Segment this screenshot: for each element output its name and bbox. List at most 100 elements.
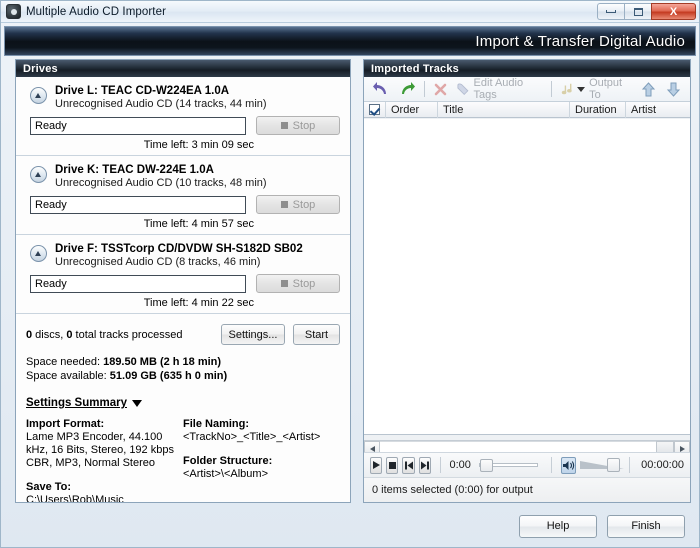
chevron-down-icon [577,86,586,92]
edit-audio-tags-button[interactable]: Edit Audio Tags [452,77,547,101]
folder-structure-value: <Artist>\<Album> [183,468,268,480]
imported-tracks-panel: Imported Tracks Edit Audio Tags Output T… [363,59,691,503]
settings-summary-content: Import Format: Lame MP3 Encoder, 44.100 … [26,418,340,502]
settings-summary-toggle[interactable]: Settings Summary [26,397,142,409]
previous-icon [404,461,413,469]
stop-button[interactable]: Stop [256,274,340,293]
close-button[interactable]: X [651,3,696,20]
settings-summary-label: Settings Summary [26,397,127,409]
play-icon [372,461,380,469]
minimize-button[interactable] [597,3,624,20]
drive-time-left: Time left: 4 min 57 sec [143,218,254,230]
drive-status-line: Ready Stop [26,195,340,214]
drives-panel-header: Drives [16,60,350,77]
stop-button-label: Stop [292,277,316,290]
previous-track-button[interactable] [402,456,415,474]
drive-time-left: Time left: 3 min 09 sec [143,139,254,151]
drive-status-line: Ready Stop [26,116,340,135]
eject-icon[interactable] [30,87,47,104]
stop-button[interactable]: Stop [256,195,340,214]
drive-row: Drive F: TSSTcorp CD/DVDW SH-S182D SB02 … [16,235,350,314]
redo-button[interactable] [394,79,420,100]
header-banner: Import & Transfer Digital Audio [4,26,696,56]
start-button[interactable]: Start [293,324,340,345]
summary-column-right: File Naming: <TrackNo>_<Title>_<Artist> … [183,418,340,502]
title-bar: Multiple Audio CD Importer X [1,1,699,23]
stop-icon [280,201,288,208]
stop-button[interactable]: Stop [256,116,340,135]
processed-line: 0 discs, 0 total tracks processed Settin… [26,324,340,345]
drive-header: Drive L: TEAC CD-W224EA 1.0A Unrecognise… [26,85,340,110]
stop-icon [280,122,288,129]
seek-thumb[interactable] [479,459,493,472]
undo-icon [373,82,386,94]
delete-icon [434,83,447,95]
redo-icon [402,82,415,94]
save-to-label: Save To: [26,481,72,493]
file-naming-label: File Naming: [183,418,250,430]
move-down-icon [666,82,681,97]
help-button[interactable]: Help [519,514,597,538]
space-available-label: Space available: [26,370,110,382]
eject-icon[interactable] [30,166,47,183]
drive-time-left: Time left: 4 min 22 sec [143,297,254,309]
chevron-left-icon [369,445,375,452]
drive-header: Drive F: TSSTcorp CD/DVDW SH-S182D SB02 … [26,243,340,268]
column-header-artist[interactable]: Artist [626,102,690,118]
drive-row: Drive K: TEAC DW-224E 1.0A Unrecognised … [16,156,350,235]
window-controls: X [597,3,696,20]
import-format-value: Lame MP3 Encoder, 44.100 kHz, 16 Bits, S… [26,431,174,469]
select-all-checkbox[interactable] [364,101,386,118]
stop-playback-button[interactable] [386,456,399,474]
undo-button[interactable] [368,79,394,100]
drive-disc-info: Unrecognised Audio CD (8 tracks, 46 min) [55,256,261,268]
chevron-right-icon [679,445,685,452]
imported-tracks-body: Edit Audio Tags Output To Order Title Du… [364,77,690,502]
stop-icon [280,280,288,287]
volume-thumb[interactable] [606,458,620,472]
application-window: Multiple Audio CD Importer X Import & Tr… [0,0,700,548]
edit-audio-tags-label: Edit Audio Tags [473,77,524,101]
delete-button[interactable] [429,79,452,100]
toolbar-separator [550,81,552,97]
drive-disc-info: Unrecognised Audio CD (14 tracks, 44 min… [55,98,267,110]
output-to-button[interactable]: Output To [556,77,636,101]
minimize-icon [606,10,616,13]
maximize-button[interactable] [624,3,651,20]
stop-icon [388,461,396,469]
total-time: 00:00:00 [641,459,684,471]
seek-slider[interactable] [478,459,539,472]
drive-name: Drive L: TEAC CD-W224EA 1.0A [55,85,230,97]
processed-text: 0 discs, 0 total tracks processed [26,329,221,341]
space-needed-line: Space needed: 189.50 MB (2 h 18 min) [26,355,340,369]
finish-button[interactable]: Finish [607,514,685,538]
column-header-order[interactable]: Order [386,101,438,118]
next-track-button[interactable] [418,456,431,474]
window-title: Multiple Audio CD Importer [26,5,167,18]
drive-status-field: Ready [30,274,246,293]
speaker-icon [562,460,575,470]
checkbox-icon [369,104,380,115]
column-header-duration[interactable]: Duration [570,101,626,118]
save-to-value: C:\Users\Rob\Music [26,494,124,502]
tag-icon [457,83,469,96]
move-up-button[interactable] [636,79,661,100]
space-needed-label: Space needed: [26,356,104,368]
eject-icon[interactable] [30,245,47,262]
move-down-button[interactable] [661,79,686,100]
import-format-label: Import Format: [26,418,105,430]
mute-button[interactable] [560,456,576,474]
imported-tracks-header: Imported Tracks [364,60,690,77]
processed-tracks-label: total tracks processed [72,328,183,341]
app-icon [6,4,21,19]
move-up-icon [641,81,656,96]
file-naming-value: <TrackNo>_<Title>_<Artist> [183,431,321,443]
play-button[interactable] [370,456,383,474]
column-header-title[interactable]: Title [438,101,570,118]
track-list[interactable] [364,119,690,435]
volume-slider[interactable] [579,458,624,472]
output-to-label: Output To [589,77,623,101]
settings-button[interactable]: Settings... [221,324,285,345]
chevron-down-icon [131,399,142,407]
toolbar-separator [424,81,425,97]
